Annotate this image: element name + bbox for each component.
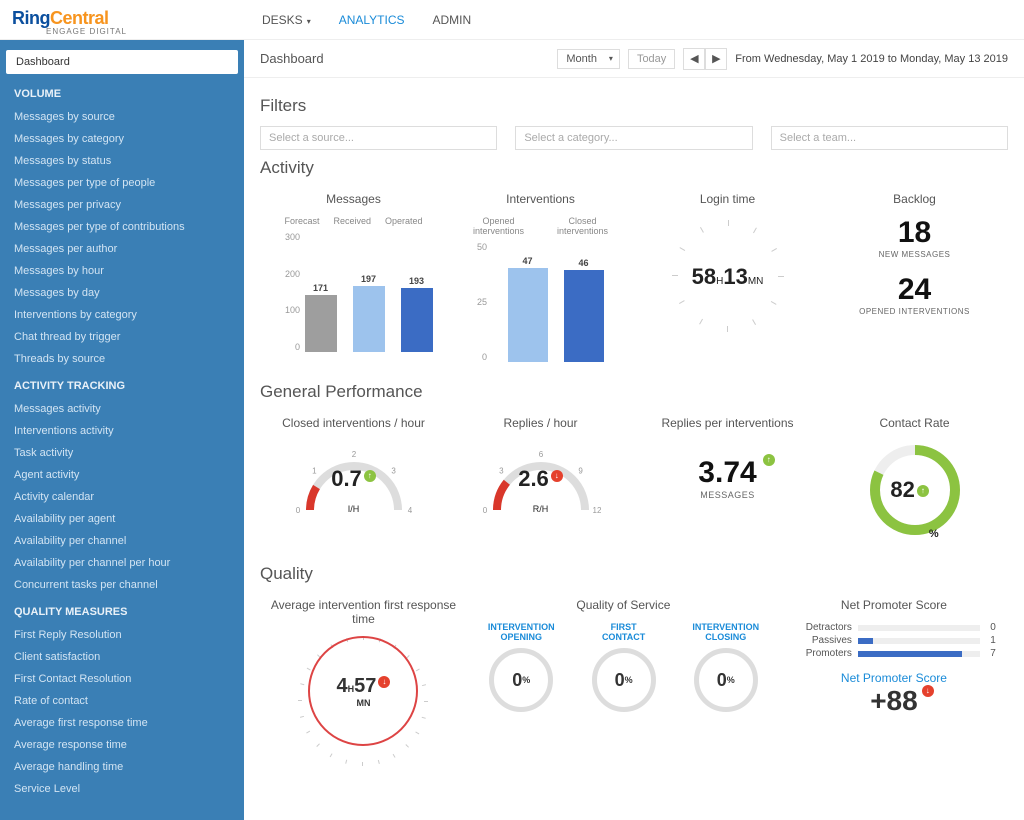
arrow-up-icon: ↑	[917, 485, 929, 497]
arrow-down-icon: ↓	[551, 470, 563, 482]
sidebar-item[interactable]: Average first response time	[0, 712, 244, 734]
card-quality-of-service: Quality of Service INTERVENTION OPENING0…	[467, 594, 780, 778]
nps-row: Passives1	[788, 635, 1000, 646]
sidebar: Dashboard VOLUMEMessages by sourceMessag…	[0, 40, 244, 820]
sidebar-section-title: ACTIVITY TRACKING	[0, 370, 244, 398]
sidebar-item[interactable]: Interventions by category	[0, 304, 244, 326]
sidebar-item[interactable]: Average response time	[0, 734, 244, 756]
sidebar-item[interactable]: Messages by source	[0, 106, 244, 128]
sidebar-item[interactable]: First Reply Resolution	[0, 624, 244, 646]
page-title: Dashboard	[260, 51, 557, 66]
sidebar-item-dashboard[interactable]: Dashboard	[6, 50, 238, 74]
sidebar-item[interactable]: First Contact Resolution	[0, 668, 244, 690]
card-interventions: Interventions Opened interventions Close…	[447, 188, 634, 374]
qos-item: INTERVENTION CLOSING0%	[680, 622, 772, 712]
sidebar-item[interactable]: Activity calendar	[0, 486, 244, 508]
filter-category[interactable]: Select a category...	[515, 126, 752, 150]
activity-heading: Activity	[260, 158, 1008, 178]
sidebar-item[interactable]: Messages per author	[0, 238, 244, 260]
filters-heading: Filters	[260, 96, 1008, 116]
sidebar-item[interactable]: Rate of contact	[0, 690, 244, 712]
sidebar-item[interactable]: Messages by day	[0, 282, 244, 304]
sidebar-item[interactable]: Messages per type of people	[0, 172, 244, 194]
sidebar-item[interactable]: Client satisfaction	[0, 646, 244, 668]
qos-item: FIRST CONTACT0%	[592, 622, 656, 712]
card-contact-rate: Contact Rate 82↑%	[821, 412, 1008, 556]
chevron-down-icon: ▾	[307, 17, 311, 26]
nav-admin[interactable]: ADMIN	[433, 13, 472, 27]
svg-text:6: 6	[538, 450, 543, 459]
card-replies-per-intervention: Replies per interventions 3.74↑MESSAGES	[634, 412, 821, 556]
brand-logo: RingCentral ENGAGE DIGITAL	[0, 2, 244, 38]
sidebar-item[interactable]: Availability per channel	[0, 530, 244, 552]
nps-row: Detractors0	[788, 622, 1000, 633]
nps-row: Promoters7	[788, 648, 1000, 659]
next-button[interactable]: ▶	[705, 48, 727, 70]
arrow-up-icon: ↑	[763, 454, 775, 466]
nav-desks[interactable]: DESKS▾	[262, 13, 311, 27]
quality-heading: Quality	[260, 564, 1008, 584]
sidebar-item[interactable]: Task activity	[0, 442, 244, 464]
card-login-time: Login time 58H13MN	[634, 188, 821, 374]
chevron-down-icon: ▾	[609, 54, 613, 63]
sidebar-item[interactable]: Messages by status	[0, 150, 244, 172]
nav-analytics[interactable]: ANALYTICS	[339, 13, 405, 27]
sidebar-item[interactable]: Availability per channel per hour	[0, 552, 244, 574]
filter-source[interactable]: Select a source...	[260, 126, 497, 150]
card-closed-per-hour: Closed interventions / hour 01234 0.7↑I/…	[260, 412, 447, 556]
sidebar-item[interactable]: Threads by source	[0, 348, 244, 370]
card-avg-first-response: Average intervention first response time…	[260, 594, 467, 778]
arrow-down-icon: ↓	[922, 685, 934, 697]
sidebar-item[interactable]: Messages by hour	[0, 260, 244, 282]
svg-text:2: 2	[351, 450, 356, 459]
sidebar-section-title: VOLUME	[0, 78, 244, 106]
card-messages: Messages Forecast Received Operated 3002…	[260, 188, 447, 374]
filter-team[interactable]: Select a team...	[771, 126, 1008, 150]
date-range: From Wednesday, May 1 2019 to Monday, Ma…	[735, 53, 1008, 65]
sidebar-item[interactable]: Concurrent tasks per channel	[0, 574, 244, 596]
sidebar-item[interactable]: Service Level	[0, 778, 244, 800]
sidebar-item[interactable]: Messages by category	[0, 128, 244, 150]
sidebar-item[interactable]: Interventions activity	[0, 420, 244, 442]
today-button[interactable]: Today	[628, 49, 675, 69]
sidebar-item[interactable]: Average handling time	[0, 756, 244, 778]
sidebar-item[interactable]: Agent activity	[0, 464, 244, 486]
card-nps: Net Promoter Score Detractors0Passives1P…	[780, 594, 1008, 778]
sidebar-item[interactable]: Messages activity	[0, 398, 244, 420]
general-heading: General Performance	[260, 382, 1008, 402]
prev-button[interactable]: ◀	[683, 48, 705, 70]
sidebar-item[interactable]: Messages per type of contributions	[0, 216, 244, 238]
sidebar-item[interactable]: Availability per agent	[0, 508, 244, 530]
sidebar-item[interactable]: Chat thread by trigger	[0, 326, 244, 348]
sidebar-section-title: QUALITY MEASURES	[0, 596, 244, 624]
sidebar-item[interactable]: Messages per privacy	[0, 194, 244, 216]
card-backlog: Backlog 18 NEW MESSAGES 24 OPENED INTERV…	[821, 188, 1008, 374]
period-select[interactable]: Month▾	[557, 49, 620, 69]
arrow-up-icon: ↑	[364, 470, 376, 482]
qos-item: INTERVENTION OPENING0%	[475, 622, 568, 712]
arrow-down-icon: ↓	[378, 676, 390, 688]
card-replies-per-hour: Replies / hour 036912 2.6↓R/H	[447, 412, 634, 556]
